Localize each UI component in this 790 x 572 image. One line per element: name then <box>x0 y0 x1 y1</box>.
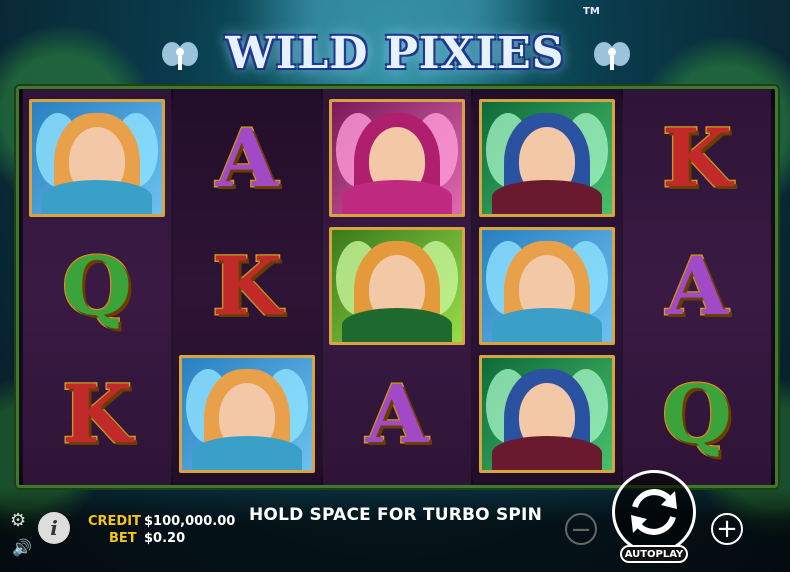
sound-icon[interactable]: 🔊 <box>12 538 32 557</box>
reel-1: QK <box>23 89 171 485</box>
reel-3: A <box>323 89 471 485</box>
fairy-blonde-portrait <box>179 355 315 473</box>
credit-value: $100,000.00 <box>144 514 236 529</box>
bet-value: $0.20 <box>144 531 186 546</box>
info-icon: i <box>50 516 58 540</box>
fairy-icon-right <box>594 42 630 70</box>
symbol-fairy-blonde <box>25 95 169 221</box>
fairy-pink-portrait <box>329 99 465 217</box>
trademark: TM <box>583 6 600 17</box>
fairy-blonde-portrait <box>29 99 165 217</box>
letter-A: A <box>364 367 429 461</box>
turbo-spin-message: HOLD SPACE FOR TURBO SPIN <box>249 505 542 525</box>
symbol-elf-prince <box>475 351 619 477</box>
symbol-letter-K: K <box>175 223 319 349</box>
spin-icon <box>631 489 677 535</box>
info-button[interactable]: i <box>38 512 70 544</box>
elf-prince-portrait <box>479 99 615 217</box>
letter-Q: Q <box>61 239 134 333</box>
gear-icon[interactable]: ⚙ <box>10 510 26 531</box>
bet-label: BET <box>109 531 137 546</box>
symbol-letter-Q: Q <box>625 351 769 477</box>
autoplay-button[interactable]: AUTOPLAY <box>620 545 688 563</box>
symbol-letter-Q: Q <box>25 223 169 349</box>
reel-4 <box>473 89 621 485</box>
elf-prince-portrait <box>479 355 615 473</box>
fairy-blonde-portrait <box>479 227 615 345</box>
letter-K: K <box>61 367 134 461</box>
letter-A: A <box>664 239 729 333</box>
symbol-letter-A: A <box>325 351 469 477</box>
symbol-elf-green <box>325 223 469 349</box>
spin-button[interactable] <box>612 470 696 554</box>
symbol-fairy-blonde <box>475 223 619 349</box>
symbol-letter-K: K <box>625 95 769 221</box>
symbol-letter-A: A <box>175 95 319 221</box>
logo-text: WILD PIXIES <box>225 28 565 79</box>
letter-K: K <box>661 111 734 205</box>
symbol-fairy-pink <box>325 95 469 221</box>
letter-K: K <box>211 239 284 333</box>
fairy-icon-left <box>162 42 198 70</box>
increase-bet-button[interactable]: + <box>711 513 743 545</box>
decrease-bet-button[interactable]: − <box>565 513 597 545</box>
symbol-fairy-blonde <box>175 351 319 477</box>
credit-label: CREDIT <box>88 514 141 529</box>
reel-5: KAQ <box>623 89 771 485</box>
symbol-elf-prince <box>475 95 619 221</box>
symbol-letter-A: A <box>625 223 769 349</box>
letter-A: A <box>214 111 279 205</box>
letter-Q: Q <box>661 367 734 461</box>
reel-grid: QKAKAKAQ <box>16 86 778 488</box>
reel-2: AK <box>173 89 321 485</box>
elf-green-portrait <box>329 227 465 345</box>
game-logo: WILD PIXIES <box>0 28 790 79</box>
symbol-letter-K: K <box>25 351 169 477</box>
